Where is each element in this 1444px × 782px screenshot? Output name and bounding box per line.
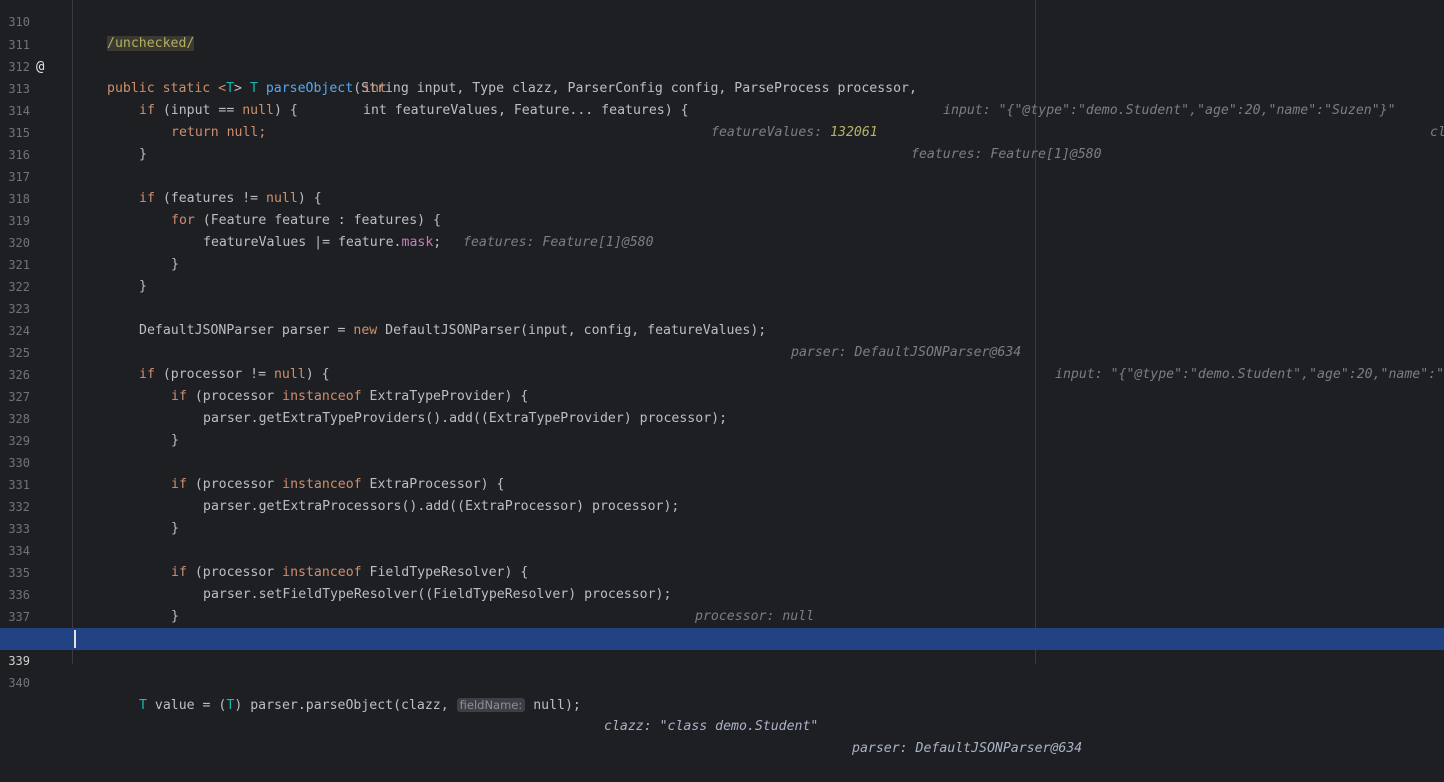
code-line[interactable]: 331 parser.getExtraProcessors().add((Ext… xyxy=(0,452,1444,514)
type-param-token: T xyxy=(139,698,147,713)
code-line[interactable]: 327 parser.getExtraTypeProviders().add((… xyxy=(0,364,1444,426)
code-line[interactable]: 335 parser.setFieldTypeResolver((FieldTy… xyxy=(0,540,1444,624)
code-line[interactable]: 324 xyxy=(0,298,1444,338)
debug-inline-value: parser: DefaultJSONParser@634 xyxy=(852,741,1083,756)
code-line[interactable]: 325 if (processor != null) { xyxy=(0,320,1444,382)
code-line[interactable]: 313 if (input == null) { xyxy=(0,56,1444,118)
code-line[interactable]: 334 if (processor instanceof FieldTypeRe… xyxy=(0,518,1444,580)
code-line[interactable]: 330 if (processor instanceof ExtraProces… xyxy=(0,430,1444,492)
code-line[interactable]: 337 } xyxy=(0,584,1444,646)
code-line[interactable]: 320 } xyxy=(0,210,1444,272)
code-editor[interactable]: 310 /unchecked/ 311 @ public static <T> … xyxy=(0,0,1444,756)
code-line[interactable]: 329 xyxy=(0,408,1444,448)
debug-inline-value: clazz: "class demo.Student" xyxy=(604,719,819,734)
code-token: value = ( xyxy=(146,698,227,713)
code-line[interactable]: 311 @ public static <T> T parseObject(St… xyxy=(0,12,1444,140)
code-line[interactable]: 338 xyxy=(0,606,1444,646)
code-line[interactable]: 321 } xyxy=(0,232,1444,294)
code-line[interactable]: 328 } xyxy=(0,386,1444,448)
code-line[interactable]: 340 xyxy=(0,650,1444,690)
code-line[interactable]: 326 if (processor instanceof ExtraTypePr… xyxy=(0,342,1444,404)
code-line[interactable]: 333 xyxy=(0,496,1444,536)
code-line[interactable]: 319 featureValues |= feature.mask; xyxy=(0,188,1444,250)
code-line[interactable]: 318 for (Feature feature : features) { f… xyxy=(0,166,1444,250)
code-line[interactable]: 316 xyxy=(0,122,1444,162)
code-line[interactable]: 323 DefaultJSONParser parser = new Defau… xyxy=(0,276,1444,382)
code-line[interactable]: 332 } xyxy=(0,474,1444,536)
code-line[interactable]: 314 return null; xyxy=(0,78,1444,140)
code-line[interactable]: 317 if (features != null) { xyxy=(0,144,1444,206)
code-token: ) parser.parseObject(clazz, xyxy=(234,698,457,713)
current-execution-line[interactable]: 339 T value = (T) parser.parseObject(cla… xyxy=(0,628,1444,756)
line-number: 340 xyxy=(8,676,30,690)
code-text: T value = (T) parser.parseObject(clazz, … xyxy=(139,694,581,717)
parameter-name-hint: fieldName: xyxy=(456,698,526,712)
code-line[interactable]: 310 /unchecked/ xyxy=(0,0,1444,51)
code-token: null); xyxy=(525,698,581,713)
code-line[interactable]: 336 } xyxy=(0,562,1444,624)
code-line[interactable]: 312 int int featureValues, Feature... fe… xyxy=(0,34,1444,162)
code-line[interactable]: 315 } xyxy=(0,100,1444,162)
code-line[interactable]: 322 xyxy=(0,254,1444,294)
text-caret xyxy=(74,630,76,648)
type-param-token: T xyxy=(226,698,235,713)
